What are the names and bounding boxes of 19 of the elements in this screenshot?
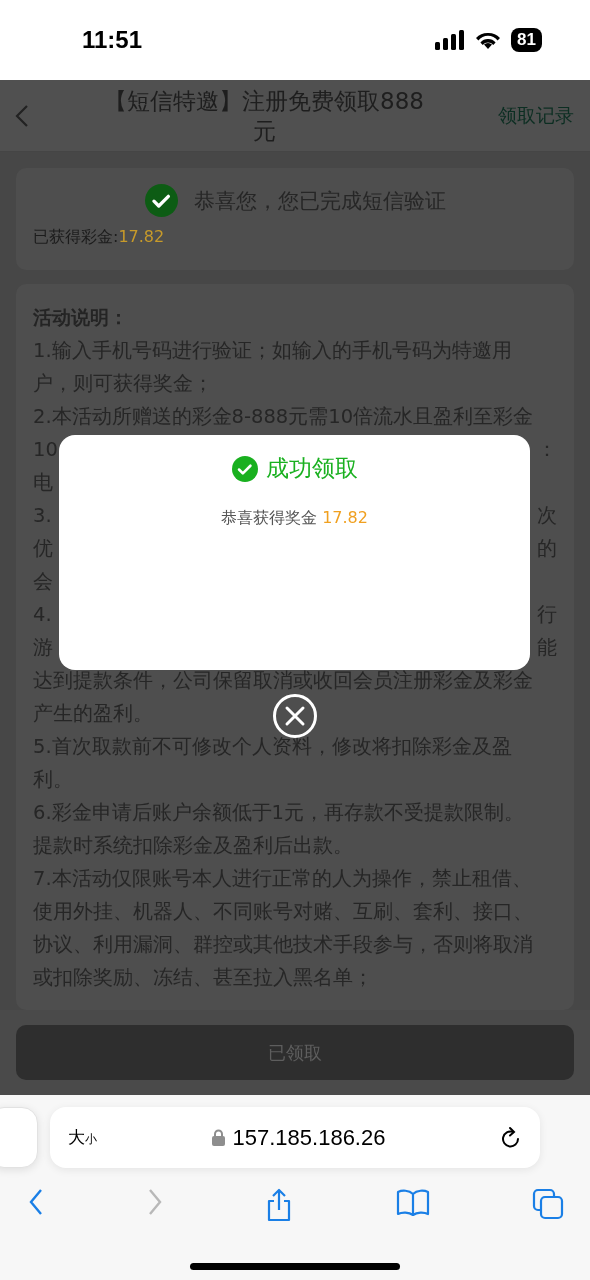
signal-icon xyxy=(435,30,466,50)
check-icon xyxy=(144,184,178,217)
rule-text: ： xyxy=(537,437,557,463)
reload-icon[interactable] xyxy=(500,1125,522,1150)
check-icon xyxy=(231,455,258,482)
back-icon[interactable] xyxy=(14,103,30,128)
status-time: 11:51 xyxy=(82,26,143,54)
close-icon xyxy=(284,705,306,727)
address-bar[interactable]: 大小 157.185.186.26 xyxy=(50,1107,540,1168)
close-button[interactable] xyxy=(273,694,317,738)
share-button[interactable] xyxy=(265,1188,293,1222)
url-text: 157.185.186.26 xyxy=(232,1124,386,1151)
lock-icon xyxy=(211,1129,225,1146)
text-size-button[interactable]: 大小 xyxy=(68,1126,97,1149)
tabs-button[interactable] xyxy=(532,1188,564,1222)
dialog-title: 成功领取 xyxy=(265,454,358,483)
dialog-message: 恭喜获得奖金 17.82 xyxy=(221,508,368,529)
battery-indicator: 81 xyxy=(511,28,542,52)
wifi-icon xyxy=(475,30,502,50)
